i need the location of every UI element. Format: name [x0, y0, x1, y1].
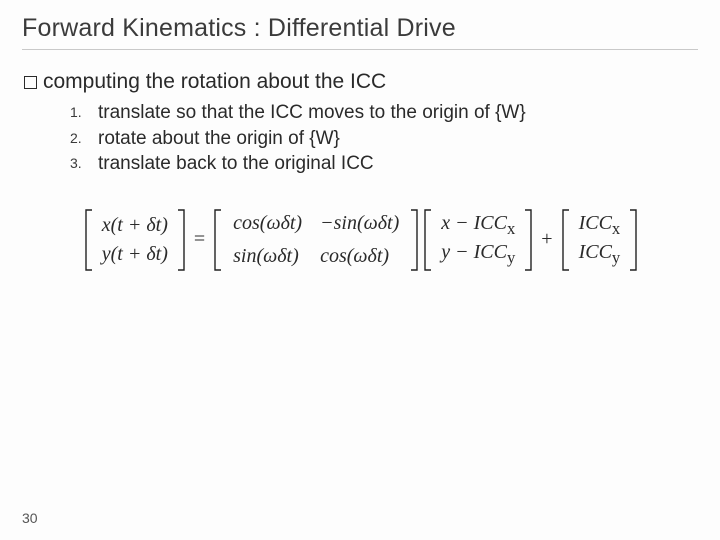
right-bracket-icon [409, 209, 419, 271]
ordered-steps: translate so that the ICC moves to the o… [70, 100, 698, 177]
lhs-row1: x(t + δt) [102, 214, 168, 236]
icc-row1: ICCx [579, 212, 621, 238]
bullet-text: computing the rotation about the ICC [43, 70, 386, 94]
vec-row1: x − ICCx [441, 212, 515, 238]
step-item: translate so that the ICC moves to the o… [70, 100, 698, 126]
page-number: 30 [22, 510, 38, 526]
rot-r1c2: −sin(ωδt) [320, 212, 399, 235]
left-bracket-icon [561, 209, 571, 271]
plus-sign: + [537, 228, 556, 251]
left-bracket-icon [84, 209, 94, 271]
bullet-item: computing the rotation about the ICC [24, 70, 698, 94]
square-bullet-icon [24, 76, 37, 89]
right-bracket-icon [628, 209, 638, 271]
step-item: rotate about the origin of {W} [70, 126, 698, 152]
rot-r1c1: cos(ωδt) [233, 212, 302, 235]
icc-vector: ICCx ICCy [575, 211, 625, 269]
kinematics-equation: x(t + δt) y(t + δt) = cos(ωδt) −sin(ωδt)… [24, 209, 698, 271]
vec-row2: y − ICCy [441, 241, 515, 267]
slide-title: Forward Kinematics : Differential Drive [22, 14, 698, 50]
rot-r2c1: sin(ωδt) [233, 245, 302, 268]
equals-sign: = [190, 228, 209, 251]
lhs-vector: x(t + δt) y(t + δt) [98, 211, 172, 269]
rot-r2c2: cos(ωδt) [320, 245, 399, 268]
step-item: translate back to the original ICC [70, 151, 698, 177]
left-bracket-icon [213, 209, 223, 271]
slide-body: computing the rotation about the ICC tra… [24, 70, 698, 271]
rotation-matrix: cos(ωδt) −sin(ωδt) sin(ωδt) cos(ωδt) [227, 211, 405, 269]
right-bracket-icon [176, 209, 186, 271]
offset-vector: x − ICCx y − ICCy [437, 211, 519, 269]
left-bracket-icon [423, 209, 433, 271]
icc-row2: ICCy [579, 241, 621, 267]
right-bracket-icon [523, 209, 533, 271]
lhs-row2: y(t + δt) [102, 243, 168, 265]
